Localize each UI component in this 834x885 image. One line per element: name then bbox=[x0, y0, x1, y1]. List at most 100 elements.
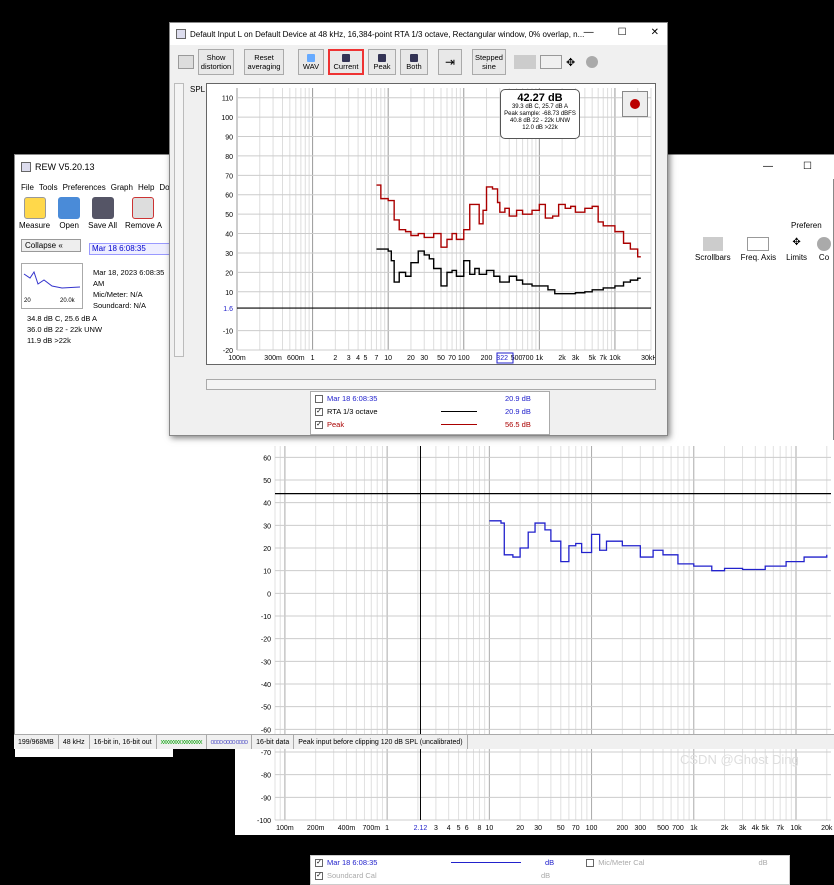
y-tick-label: -20 bbox=[223, 348, 233, 355]
open-button[interactable]: Open bbox=[58, 195, 81, 230]
x-tick-label: 2.12 bbox=[414, 825, 428, 832]
legend-row-measurement[interactable]: Mar 18 6:08:35 20.9 dB bbox=[311, 392, 549, 405]
readout-line: 12.0 dB >22k bbox=[522, 125, 558, 131]
reset-averaging-button[interactable]: Reset averaging bbox=[244, 49, 284, 75]
menu-tools[interactable]: Tools bbox=[39, 183, 58, 192]
menu-file[interactable]: File bbox=[21, 183, 34, 192]
minimize-button[interactable]: — bbox=[763, 161, 773, 172]
legend-value: 20.9 dB bbox=[505, 394, 531, 403]
legend-row-soundcard[interactable]: ✓ Soundcard Cal dB bbox=[311, 869, 789, 882]
y-tick-label: -20 bbox=[261, 637, 271, 644]
checkbox[interactable]: ✓ bbox=[315, 407, 323, 416]
menu-graph[interactable]: Graph bbox=[111, 183, 133, 192]
gear-icon[interactable] bbox=[586, 56, 598, 68]
peak-label: Peak bbox=[373, 61, 391, 71]
x-tick-label: 70 bbox=[572, 825, 580, 832]
freq-axis-button[interactable]: Freq. Axis bbox=[741, 235, 776, 271]
legend-swatch bbox=[441, 424, 477, 425]
clip-status: Peak input before clipping 120 dB SPL (u… bbox=[294, 735, 468, 749]
rta-graph[interactable]: 1101009080706050403020101.6-10-20100m 300… bbox=[206, 83, 656, 365]
legend-row-peak[interactable]: ✓ Peak 56.5 dB bbox=[311, 418, 549, 431]
menu-preferences[interactable]: Preferences bbox=[63, 183, 106, 192]
freq-axis-icon bbox=[747, 237, 770, 251]
stepped-sine-button[interactable]: Stepped sine bbox=[472, 49, 506, 75]
x-tick-label: 1k bbox=[690, 825, 698, 832]
peak-button[interactable]: Peak bbox=[368, 49, 396, 75]
controls-button[interactable]: Co bbox=[817, 235, 832, 271]
watermark: CSDN @Ghost Ding bbox=[680, 752, 799, 767]
checkbox[interactable] bbox=[586, 858, 595, 867]
scrollbars-icon[interactable] bbox=[514, 55, 536, 69]
checkbox[interactable]: ✓ bbox=[315, 858, 323, 867]
rta-trace bbox=[376, 248, 641, 295]
legend-label: Soundcard Cal bbox=[327, 871, 377, 880]
current-button[interactable]: Current bbox=[328, 49, 364, 75]
scrollbars-button[interactable]: Scrollbars bbox=[695, 235, 731, 271]
readout-line: 40.8 dB 22 - 22k UNW bbox=[509, 118, 571, 124]
legend-row-measurement[interactable]: ✓ Mar 18 6:08:35 dB Mic/Meter Cal dB bbox=[311, 856, 789, 869]
checkbox[interactable]: ✓ bbox=[315, 871, 323, 880]
minimize-button[interactable]: — bbox=[584, 27, 594, 38]
x-tick-label: 20k bbox=[821, 825, 833, 832]
x-tick-label: 4 bbox=[356, 355, 360, 362]
y-tick-label: 20 bbox=[225, 270, 233, 277]
rta-window-controls: — ☐ ✕ bbox=[584, 27, 659, 38]
vertical-scrollbar[interactable] bbox=[174, 83, 184, 357]
freq-axis-icon[interactable] bbox=[540, 55, 562, 69]
back-legend: ✓ Mar 18 6:08:35 dB Mic/Meter Cal dB ✓ Soundc… bbox=[310, 855, 790, 885]
collapse-button[interactable]: Collapse « bbox=[21, 239, 81, 252]
x-tick-label: 7k bbox=[776, 825, 784, 832]
y-tick-label: 50 bbox=[225, 212, 233, 219]
both-button[interactable]: Both bbox=[400, 49, 428, 75]
legend-value: dB bbox=[541, 871, 551, 880]
measurement-thumbnail[interactable]: 20 20.0k bbox=[21, 263, 83, 309]
x-tick-label: 322 bbox=[496, 355, 508, 362]
measurement-name-field[interactable]: Mar 18 6:08:35 bbox=[89, 243, 173, 255]
wav-button[interactable]: WAV bbox=[298, 49, 324, 75]
stat-weighted: 34.8 dB C, 25.6 dB A bbox=[27, 314, 98, 323]
checkbox[interactable] bbox=[315, 394, 323, 403]
readout-main: 42.27 dB bbox=[517, 92, 563, 104]
measurement-trace bbox=[489, 520, 828, 572]
y-tick-label: 70 bbox=[225, 173, 233, 180]
limits-button[interactable]: ✥ Limits bbox=[786, 235, 807, 271]
export-icon[interactable]: ⇥ bbox=[438, 49, 462, 75]
save-all-button[interactable]: Save All bbox=[88, 195, 117, 230]
legend-label: Peak bbox=[327, 420, 345, 429]
open-label: Open bbox=[59, 221, 79, 230]
thumb-label-max: 20.0k bbox=[60, 298, 75, 304]
x-tick-label: 3k bbox=[572, 355, 580, 362]
record-button[interactable] bbox=[622, 91, 648, 117]
show-distortion-button[interactable]: Show distortion bbox=[198, 49, 234, 75]
memory-status: 199/968MB bbox=[14, 735, 59, 749]
arrows-icon: ✥ bbox=[792, 237, 801, 248]
legend-value: 56.5 dB bbox=[505, 420, 531, 429]
x-tick-label: 3k bbox=[739, 825, 747, 832]
menu-help[interactable]: Help bbox=[138, 183, 154, 192]
y-tick-label: 10 bbox=[263, 569, 271, 576]
x-tick-label: 3 bbox=[347, 355, 351, 362]
checkbox[interactable]: ✓ bbox=[315, 420, 323, 429]
maximize-button[interactable]: ☐ bbox=[803, 161, 812, 172]
limits-label: Limits bbox=[786, 253, 808, 262]
maximize-button[interactable]: ☐ bbox=[618, 27, 627, 38]
x-tick-label: 700m bbox=[363, 825, 381, 832]
camera-icon[interactable] bbox=[178, 55, 194, 69]
back-spl-graph[interactable]: 6050403020100-10-20-30-40-50-60-70-80-90… bbox=[235, 440, 834, 835]
x-tick-label: 50 bbox=[557, 825, 565, 832]
preferences-button[interactable]: Preferen bbox=[791, 221, 822, 230]
x-tick-label: 1k bbox=[536, 355, 544, 362]
y-tick-label: 50 bbox=[263, 478, 271, 485]
remove-all-button[interactable]: Remove A bbox=[125, 195, 162, 230]
horizontal-scrollbar[interactable] bbox=[206, 379, 656, 390]
measure-button[interactable]: Measure bbox=[19, 195, 50, 230]
x-tick-label: 6 bbox=[465, 825, 469, 832]
close-button[interactable]: ✕ bbox=[651, 27, 659, 38]
arrows-icon[interactable]: ✥ bbox=[566, 56, 582, 69]
x-tick-label: 200 bbox=[616, 825, 628, 832]
legend-row-rta[interactable]: ✓ RTA 1/3 octave 20.9 dB bbox=[311, 405, 549, 418]
x-tick-label: 1 bbox=[311, 355, 315, 362]
x-tick-label: 5k bbox=[588, 355, 596, 362]
current-label: Current bbox=[333, 61, 359, 71]
rta-title-bar: Default Input L on Default Device at 48 … bbox=[170, 23, 667, 45]
